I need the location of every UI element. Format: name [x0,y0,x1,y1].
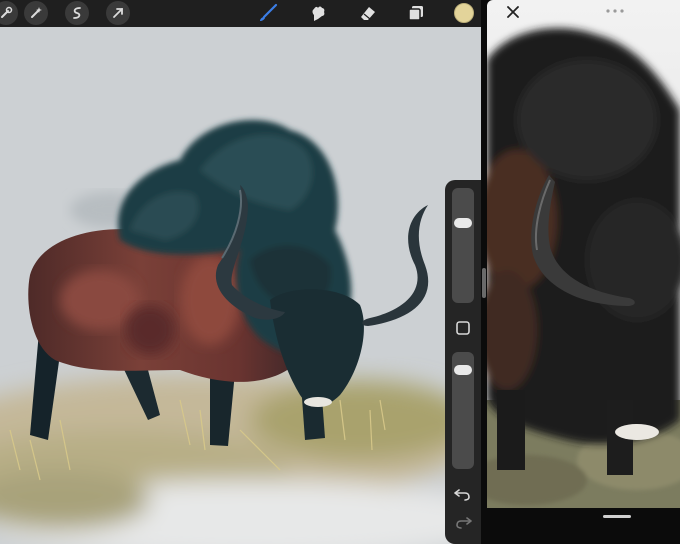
home-indicator[interactable] [603,515,631,518]
eraser-icon[interactable] [356,1,380,25]
transform-icon[interactable] [106,1,130,25]
brush-size-slider[interactable] [452,188,474,303]
selection-icon[interactable] [65,1,89,25]
undo-icon[interactable] [454,486,472,501]
layers-icon[interactable] [404,1,428,25]
magic-wand-icon[interactable] [24,1,48,25]
opacity-slider[interactable] [452,352,474,469]
top-toolbar [0,0,481,27]
split-view-handle[interactable] [482,268,486,298]
opacity-thumb[interactable] [454,365,472,375]
more-dots-icon[interactable] [605,0,625,13]
side-slider-panel [445,180,481,544]
modify-square-icon[interactable] [455,320,471,336]
close-icon[interactable] [505,4,521,20]
color-swatch-icon[interactable] [452,1,476,25]
redo-icon[interactable] [454,514,472,529]
brush-size-thumb[interactable] [454,218,472,228]
brush-icon[interactable] [256,1,280,25]
reference-panel [487,0,680,544]
reference-photo [487,0,680,508]
procreate-app [0,0,680,544]
smudge-icon[interactable] [306,1,330,25]
drawing-canvas[interactable] [0,0,481,544]
wrench-icon[interactable] [0,1,18,25]
painting [0,0,481,544]
